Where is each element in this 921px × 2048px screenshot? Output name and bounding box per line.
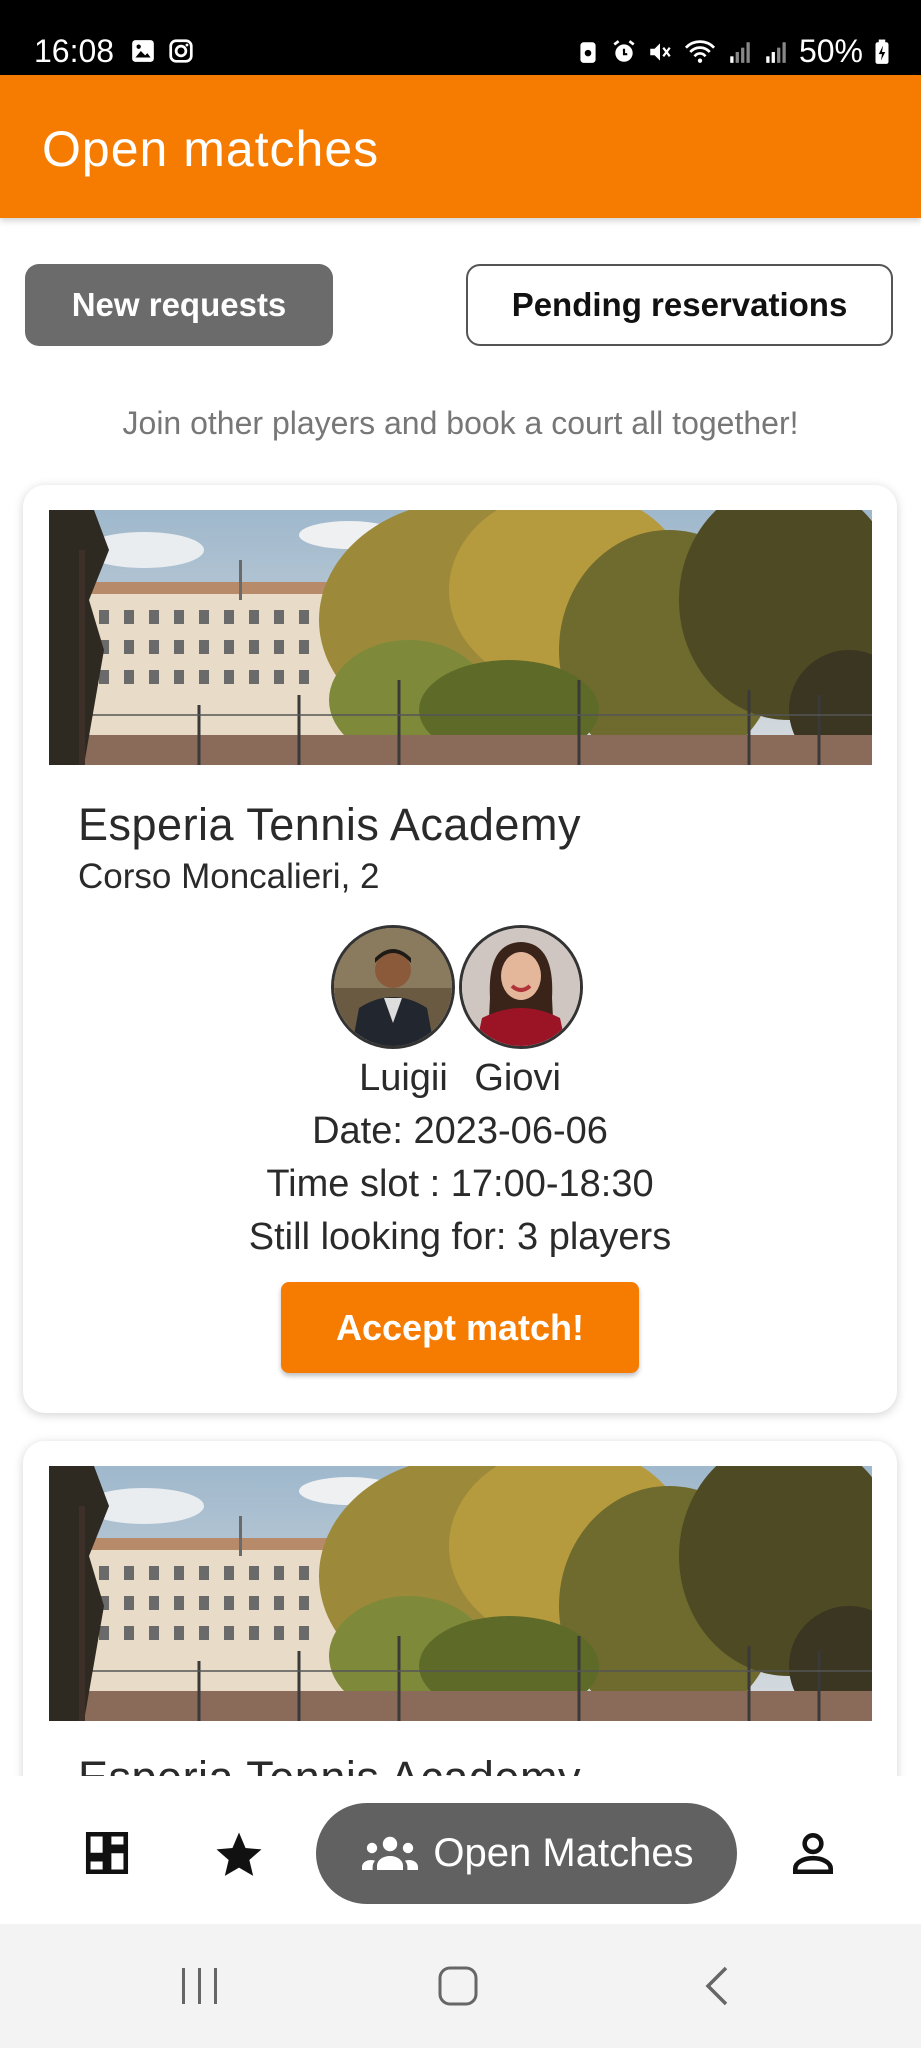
star-icon[interactable] — [212, 1828, 266, 1882]
instagram-icon — [169, 39, 193, 63]
signal-icon — [766, 41, 786, 63]
alarm-icon — [613, 39, 635, 62]
nav-open-matches[interactable]: Open Matches — [316, 1803, 737, 1904]
wifi-icon — [684, 39, 716, 63]
mute-icon — [650, 42, 671, 61]
battery-icon — [875, 39, 889, 64]
battery-saver-icon — [580, 41, 596, 63]
person-icon[interactable] — [788, 1828, 838, 1878]
new-requests-button[interactable]: New requests — [25, 264, 333, 346]
avatar[interactable] — [459, 925, 583, 1049]
accept-match-button[interactable]: Accept match! — [281, 1282, 639, 1373]
player-name: Giovi — [474, 1057, 561, 1099]
page-title: Open matches — [42, 121, 380, 177]
court-name: Esperia Tennis Academy — [78, 799, 581, 850]
system-navigation-bar — [0, 1924, 921, 2048]
court-image — [49, 510, 872, 765]
status-bar: 16:08 50% — [0, 0, 921, 75]
court-image — [49, 1466, 872, 1721]
status-time: 16:08 — [34, 33, 115, 69]
match-date: Date: 2023-06-06 — [312, 1110, 608, 1152]
player-name: Luigii — [359, 1057, 448, 1099]
page-subtitle: Join other players and book a court all … — [122, 405, 799, 441]
avatar[interactable] — [331, 925, 455, 1049]
group-icon — [362, 1836, 419, 1870]
match-time-slot: Time slot : 17:00-18:30 — [266, 1163, 654, 1205]
match-card: Esperia Tennis Academy Corso Moncalieri,… — [23, 485, 897, 1413]
image-icon — [132, 40, 154, 62]
nav-open-matches-label: Open Matches — [433, 1831, 694, 1875]
pending-reservations-button[interactable]: Pending reservations — [466, 264, 893, 346]
bottom-navigation: Open Matches — [0, 1776, 921, 1924]
battery-percent: 50% — [798, 33, 863, 69]
court-address: Corso Moncalieri, 2 — [78, 857, 380, 896]
recent-apps-icon[interactable] — [178, 1966, 222, 2006]
player-names: Luigii Giovi — [23, 1055, 897, 1101]
dashboard-icon[interactable] — [82, 1828, 132, 1878]
players-needed: Still looking for: 3 players — [248, 1216, 672, 1258]
home-icon[interactable] — [436, 1964, 480, 2008]
signal-icon — [730, 41, 750, 63]
player-avatars — [331, 925, 591, 1055]
app-bar: Open matches — [0, 75, 921, 218]
back-icon[interactable] — [700, 1964, 736, 2008]
